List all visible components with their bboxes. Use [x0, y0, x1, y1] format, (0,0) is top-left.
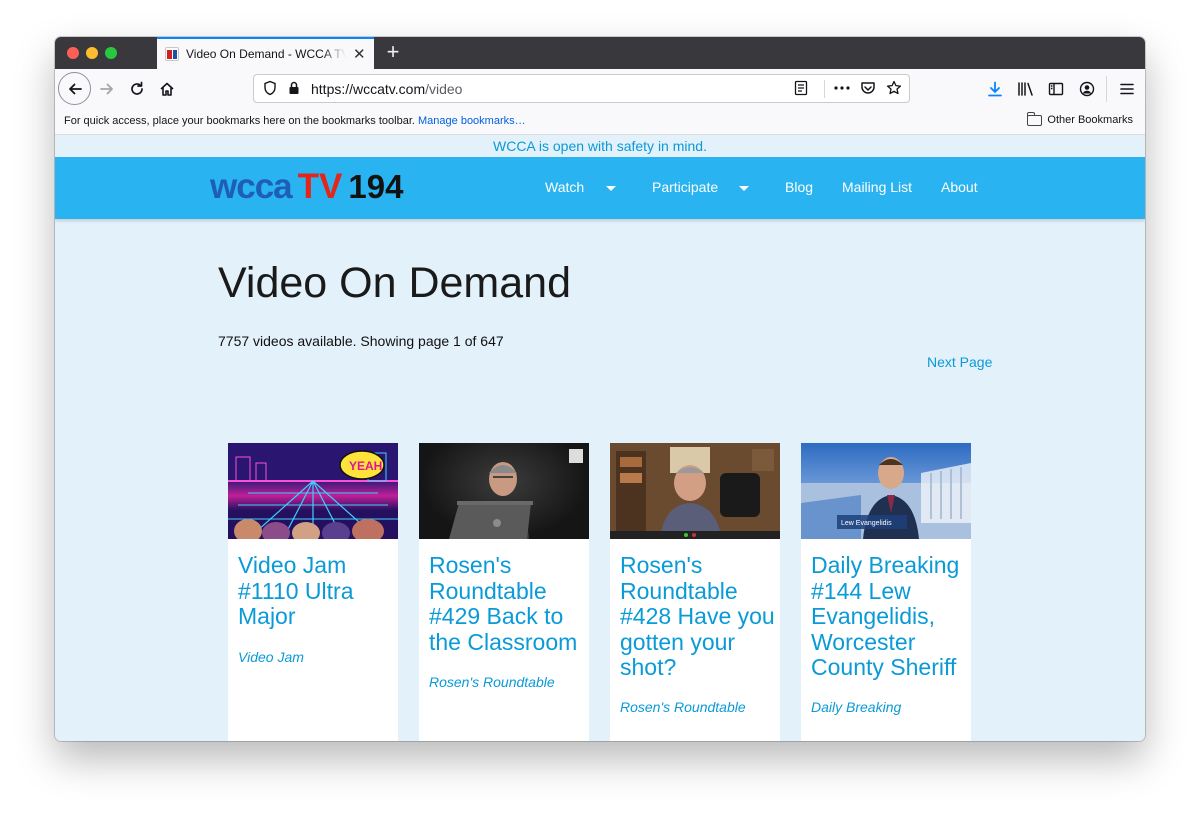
other-bookmarks-label: Other Bookmarks: [1047, 114, 1133, 126]
menu-about[interactable]: About: [941, 179, 978, 195]
hamburger-menu-icon: [1120, 83, 1134, 95]
video-title[interactable]: Daily Breaking #144 Lew Evangelidis, Wor…: [811, 552, 966, 681]
library-icon: [1018, 82, 1033, 96]
thumbnail-caption-text: Lew Evangelidis: [841, 520, 892, 527]
tab-strip: Video On Demand - WCCA TV 194 ✕ +: [55, 37, 1145, 69]
back-button[interactable]: [58, 72, 91, 105]
url-text[interactable]: https://wccatv.com/video: [311, 81, 462, 97]
daily-breaking-thumbnail-art: Lew Evangelidis: [801, 457, 971, 539]
toolbar-separator: [1106, 76, 1107, 102]
watch-dropdown-caret-icon[interactable]: [606, 186, 616, 191]
minimize-window-button[interactable]: [86, 47, 98, 59]
video-thumbnail[interactable]: YEAH: [228, 443, 398, 539]
menu-mailing-list[interactable]: Mailing List: [842, 179, 912, 195]
url-path: /video: [425, 81, 463, 97]
logo-tv: TV: [297, 167, 343, 206]
roundtable-429-thumbnail-art: [449, 449, 583, 539]
sidebar-icon: [1048, 82, 1064, 96]
video-thumbnail[interactable]: Lew Evangelidis: [801, 443, 971, 539]
home-button[interactable]: [153, 75, 181, 103]
next-page-link[interactable]: Next Page: [927, 354, 992, 370]
reader-view-icon[interactable]: [794, 80, 808, 96]
sidebar-button[interactable]: [1042, 75, 1070, 103]
video-jam-thumbnail-art: YEAH: [228, 443, 398, 539]
folder-icon: [1027, 111, 1043, 126]
thumbnail-yeah-text: YEAH: [349, 459, 382, 473]
account-icon: [1079, 81, 1095, 97]
video-card[interactable]: YEAH Video Jam #1110 Ultra Major Video J…: [228, 443, 398, 741]
video-card[interactable]: Rosen's Roundtable #429 Back to the Clas…: [419, 443, 589, 741]
menu-participate[interactable]: Participate: [652, 179, 718, 195]
logo-wcca: wcca: [210, 167, 293, 206]
reload-icon: [131, 81, 143, 95]
account-button[interactable]: [1073, 75, 1101, 103]
web-page: WCCA is open with safety in mind. wcca TV…: [55, 135, 1145, 741]
url-host: https://wccatv.com: [311, 81, 426, 97]
downloads-button[interactable]: [981, 75, 1009, 103]
url-bar[interactable]: https://wccatv.com/video: [253, 74, 910, 103]
url-bar-separator: [824, 80, 825, 98]
home-icon: [160, 82, 174, 96]
star-bookmark-icon[interactable]: [886, 80, 902, 96]
app-menu-button[interactable]: [1113, 75, 1141, 103]
logo-number: 194: [348, 168, 404, 205]
menu-blog[interactable]: Blog: [785, 179, 813, 195]
pocket-icon[interactable]: [860, 80, 876, 96]
video-show-name[interactable]: Rosen's Roundtable: [620, 699, 746, 715]
navigation-toolbar: https://wccatv.com/video: [55, 69, 1145, 109]
other-bookmarks-button[interactable]: Other Bookmarks: [1027, 111, 1133, 126]
tab-video-on-demand[interactable]: Video On Demand - WCCA TV 194 ✕: [157, 37, 374, 69]
download-arrow-icon: [988, 81, 1002, 97]
library-button[interactable]: [1012, 75, 1040, 103]
zoom-window-button[interactable]: [105, 47, 117, 59]
new-tab-button[interactable]: +: [381, 41, 405, 65]
video-show-name[interactable]: Daily Breaking: [811, 699, 901, 715]
video-thumbnail[interactable]: [419, 443, 589, 539]
video-thumbnail[interactable]: [610, 443, 780, 539]
menu-watch[interactable]: Watch: [545, 179, 584, 195]
site-logo[interactable]: wcca TV 194: [210, 167, 403, 207]
manage-bookmarks-link[interactable]: Manage bookmarks…: [418, 115, 526, 127]
roundtable-428-thumbnail-art: [610, 443, 780, 539]
video-title[interactable]: Rosen's Roundtable #429 Back to the Clas…: [429, 552, 584, 655]
shield-icon[interactable]: [263, 80, 277, 96]
close-window-button[interactable]: [67, 47, 79, 59]
video-card[interactable]: Lew Evangelidis Daily Breaking #144 Lew …: [801, 443, 971, 741]
video-show-name[interactable]: Rosen's Roundtable: [429, 674, 555, 690]
site-header: wcca TV 194 Watch Participate Blog Mailing…: [55, 157, 1145, 219]
more-actions-icon[interactable]: [834, 86, 850, 90]
video-title[interactable]: Rosen's Roundtable #428 Have you gotten …: [620, 552, 775, 681]
video-card[interactable]: Rosen's Roundtable #428 Have you gotten …: [610, 443, 780, 741]
wcca-favicon-icon: [165, 47, 179, 61]
arrow-left-icon: [68, 83, 82, 94]
participate-dropdown-caret-icon[interactable]: [739, 186, 749, 191]
browser-window: Video On Demand - WCCA TV 194 ✕ + https:…: [55, 37, 1145, 741]
video-title[interactable]: Video Jam #1110 Ultra Major: [238, 552, 393, 630]
page-title: Video On Demand: [218, 259, 571, 307]
forward-button[interactable]: [93, 75, 121, 103]
bookmarks-prompt: For quick access, place your bookmarks h…: [64, 115, 415, 127]
reload-button[interactable]: [123, 75, 151, 103]
bookmarks-hint: For quick access, place your bookmarks h…: [64, 115, 526, 127]
lock-icon[interactable]: [288, 80, 300, 96]
video-count-text: 7757 videos available. Showing page 1 of…: [218, 333, 504, 349]
bookmarks-toolbar: For quick access, place your bookmarks h…: [55, 109, 1145, 135]
safety-notice: WCCA is open with safety in mind.: [493, 138, 707, 154]
tab-title: Video On Demand - WCCA TV 194: [186, 47, 346, 61]
tab-close-icon[interactable]: ✕: [353, 47, 366, 62]
arrow-right-icon: [100, 83, 113, 95]
video-show-name[interactable]: Video Jam: [238, 649, 304, 665]
